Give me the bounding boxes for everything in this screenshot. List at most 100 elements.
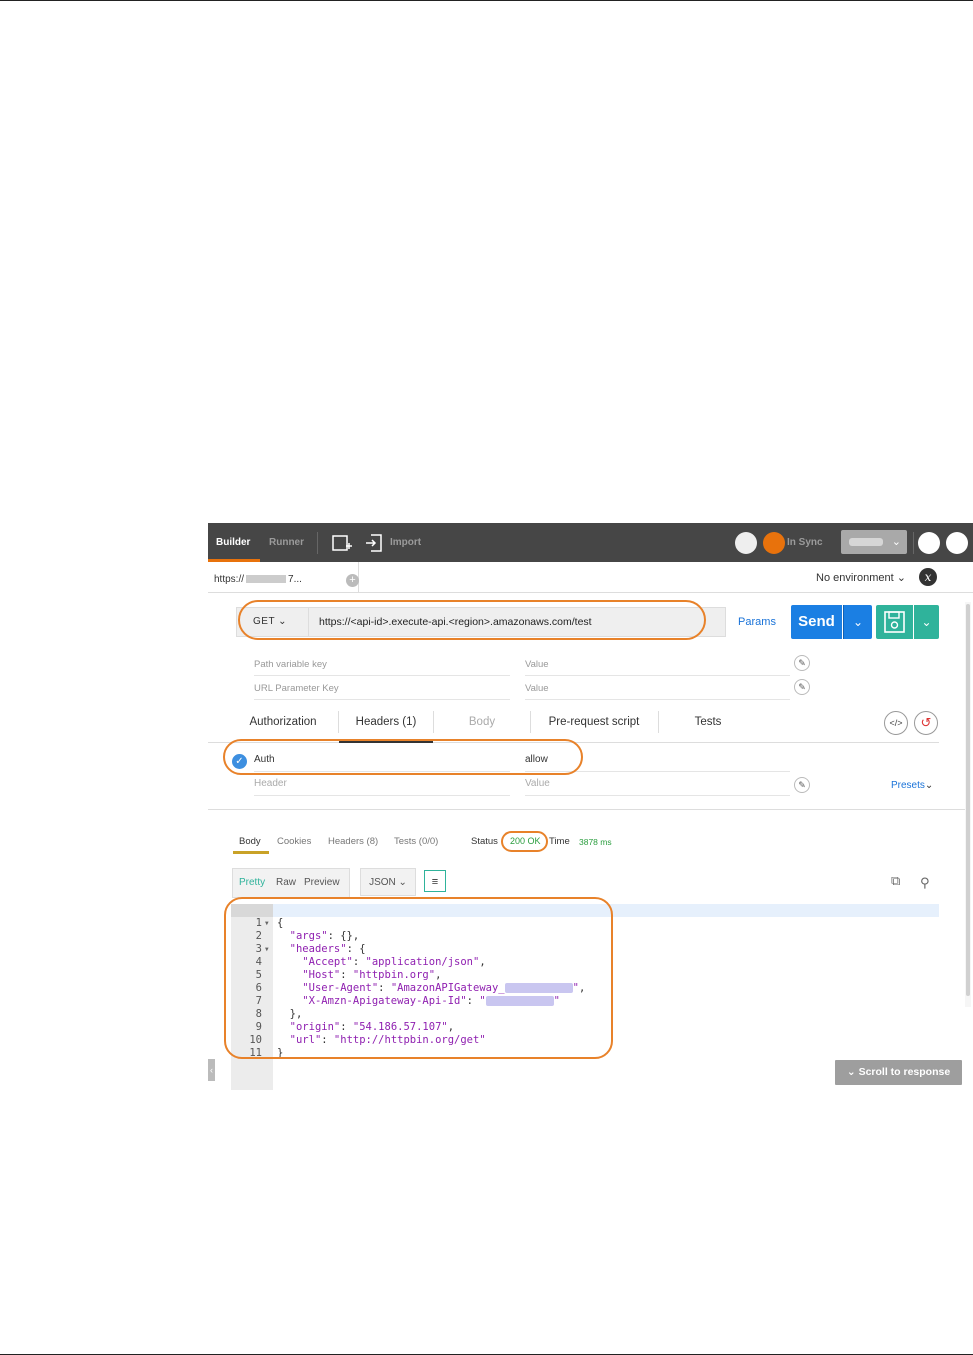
request-section-tabs: Authorization Headers (1) Body Pre-reque… — [208, 709, 939, 743]
header-enabled-checkbox[interactable]: ✓ — [232, 754, 247, 769]
url-parameter-value-input[interactable]: Value — [525, 683, 790, 700]
send-options-chevron-icon[interactable]: ⌄ — [843, 605, 872, 639]
url-parameter-row: URL Parameter Key Value — [254, 677, 794, 700]
header-value-input[interactable]: allow — [525, 754, 790, 772]
view-raw-button[interactable]: Raw — [276, 869, 296, 897]
redacted-value — [504, 983, 573, 993]
runner-tab[interactable]: Runner — [269, 523, 304, 562]
code-line: 7 "X-Amzn-Apigateway-Api-Id": " " — [231, 982, 560, 1007]
response-tab-headers[interactable]: Headers (8) — [328, 836, 378, 847]
search-icon[interactable]: ⚲ — [920, 875, 934, 890]
response-body-editor[interactable]: 1 ▼{ 2 "args": {}, 3 ▼ "headers": { 4 "Acc… — [231, 904, 939, 1090]
tab-pre-request-script[interactable]: Pre-request script — [531, 709, 657, 742]
tab-body[interactable]: Body — [434, 709, 530, 742]
chevron-down-icon: ⌄ — [278, 616, 288, 627]
reset-icon[interactable]: ↺ — [914, 711, 938, 735]
postman-window: Builder Runner Import In Sync ⌄ https://… — [208, 523, 973, 1090]
url-input[interactable]: https://<api-id>.execute-api.<region>.am… — [319, 608, 592, 636]
sync-status: In Sync — [787, 537, 823, 548]
redacted-value — [485, 996, 554, 1006]
code-line: 9 "origin": "54.186.57.107", — [231, 1008, 454, 1033]
view-preview-button[interactable]: Preview — [304, 869, 340, 897]
json-value-accept: "application/json" — [365, 956, 480, 968]
scroll-to-response-button[interactable]: ⌄ Scroll to response — [835, 1060, 962, 1085]
url-bar: GET ⌄ https://<api-id>.execute-api.<regi… — [236, 607, 788, 637]
scrollbar-thumb[interactable] — [966, 604, 970, 996]
tab-authorization[interactable]: Authorization — [238, 709, 328, 742]
presets-dropdown[interactable]: Presets⌄ — [891, 780, 933, 791]
chevron-down-icon: ⌄ — [924, 780, 934, 791]
response-tab-tests[interactable]: Tests (0/0) — [394, 836, 438, 847]
new-window-icon[interactable] — [332, 533, 353, 553]
view-pretty-button[interactable]: Pretty — [239, 869, 265, 897]
status-value: 200 OK — [510, 836, 541, 846]
url-parameter-key-input[interactable]: URL Parameter Key — [254, 683, 510, 700]
environment-quicklook-icon[interactable]: x — [919, 568, 937, 586]
chevron-down-icon: ⌄ — [846, 1066, 856, 1078]
code-line: 4 "Accept": "application/json", — [231, 943, 486, 968]
new-header-key-input[interactable]: Header — [254, 778, 510, 796]
json-key-args: "args" — [289, 930, 328, 942]
code-line: 1 ▼{ — [231, 904, 284, 929]
header-row: Auth allow — [254, 749, 794, 772]
tab-tests[interactable]: Tests — [659, 709, 757, 742]
request-tab-url-suffix: 7... — [288, 574, 302, 585]
response-tab-cookies[interactable]: Cookies — [277, 836, 311, 847]
send-button[interactable]: Send — [791, 605, 842, 639]
toolbar-divider — [913, 532, 914, 554]
chevron-down-icon: ⌄ — [398, 877, 407, 888]
params-button[interactable]: Params — [725, 607, 788, 637]
heart-icon[interactable] — [946, 532, 968, 554]
json-key-user-agent: "User-Agent" — [302, 982, 379, 994]
json-key-api-id: "X-Amzn-Apigateway-Api-Id" — [302, 995, 467, 1007]
new-header-value-input[interactable]: Value — [525, 778, 790, 796]
collapse-sidebar-handle[interactable]: ‹ — [208, 1059, 215, 1081]
import-button[interactable]: Import — [390, 523, 421, 562]
edit-icon[interactable]: ✎ — [794, 679, 810, 695]
generate-code-icon[interactable]: </> — [884, 711, 908, 735]
edit-icon[interactable]: ✎ — [794, 655, 810, 671]
vertical-scrollbar[interactable] — [965, 602, 971, 1007]
presets-label: Presets — [891, 780, 925, 791]
request-tab[interactable]: https:// 7... — [208, 562, 359, 592]
top-toolbar: Builder Runner Import In Sync ⌄ — [208, 523, 973, 562]
save-options-chevron-icon[interactable]: ⌄ — [914, 605, 939, 639]
json-key-host: "Host" — [302, 969, 341, 981]
json-key-headers: "headers" — [289, 943, 347, 955]
path-variable-row: Path variable key Value — [254, 653, 794, 676]
settings-wrench-icon[interactable] — [918, 532, 940, 554]
json-key-accept: "Accept" — [302, 956, 353, 968]
user-menu[interactable]: ⌄ — [841, 530, 907, 554]
code-line: 5 "Host": "httpbin.org", — [231, 956, 442, 981]
view-mode-group: Pretty Raw Preview — [232, 868, 350, 898]
path-variable-key-input[interactable]: Path variable key — [254, 659, 510, 676]
header-key-input[interactable]: Auth — [254, 754, 510, 772]
wrap-lines-icon[interactable]: ≡ — [424, 870, 446, 892]
sync-icon[interactable] — [763, 532, 785, 554]
builder-tab[interactable]: Builder — [208, 523, 262, 562]
time-label: Time — [549, 836, 570, 847]
import-icon[interactable] — [365, 533, 383, 553]
save-button[interactable] — [876, 605, 913, 639]
code-line: 10 "url": "http://httpbin.org/get" — [231, 1021, 485, 1046]
satellite-icon[interactable] — [735, 532, 757, 554]
response-tab-body[interactable]: Body — [239, 836, 261, 847]
json-key-origin: "origin" — [289, 1021, 341, 1033]
new-header-row: Header Value — [254, 773, 794, 796]
chevron-down-icon: ⌄ — [896, 572, 906, 584]
redacted-host — [246, 575, 287, 584]
copy-icon[interactable]: ⧉ — [891, 873, 905, 889]
code-line: 3 ▼ "headers": { — [231, 930, 366, 955]
code-line: 8 }, — [231, 995, 303, 1020]
add-tab-icon[interactable]: + — [346, 574, 359, 587]
request-tab-url-prefix: https:// — [214, 574, 245, 585]
path-variable-value-input[interactable]: Value — [525, 659, 790, 676]
format-select[interactable]: JSON ⌄ — [360, 868, 416, 896]
edit-icon[interactable]: ✎ — [794, 777, 810, 793]
status-label: Status — [471, 836, 498, 847]
environment-select[interactable]: No environment ⌄ — [816, 571, 906, 584]
method-select[interactable]: GET ⌄ — [237, 608, 309, 636]
json-value-host: "httpbin.org" — [352, 969, 436, 981]
tab-headers[interactable]: Headers (1) — [339, 709, 433, 743]
json-value-url: "http://httpbin.org/get" — [333, 1034, 486, 1046]
